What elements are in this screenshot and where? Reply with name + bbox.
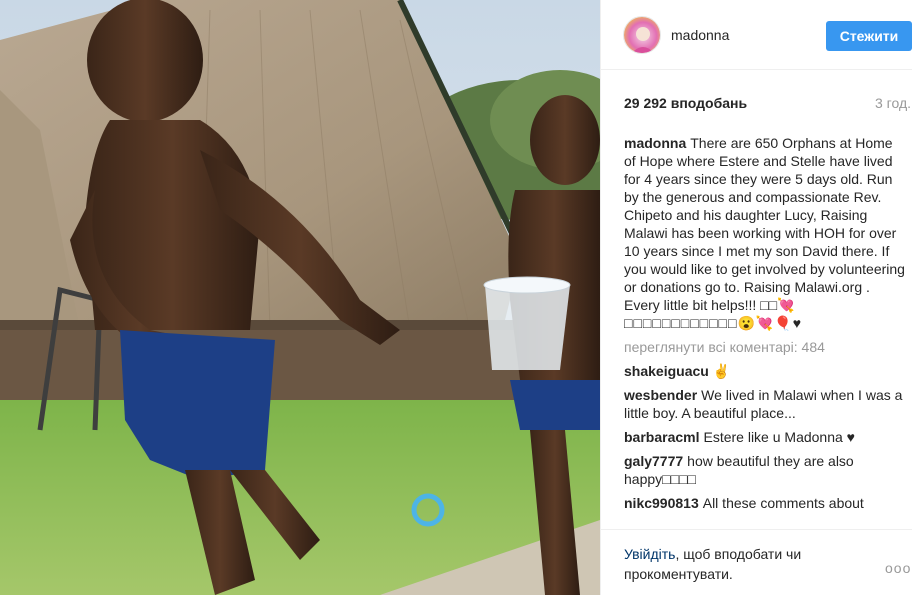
comment-text: All these comments about	[702, 495, 864, 511]
comment-item: shakeiguacu ✌	[624, 362, 908, 380]
comment-username[interactable]: nikc990813	[624, 495, 699, 511]
comment-username[interactable]: wesbender	[624, 387, 697, 403]
login-link[interactable]: Увійдіть	[624, 546, 675, 562]
login-prompt: Увійдіть, щоб вподобати чи прокоментуват…	[624, 544, 854, 584]
post-timestamp[interactable]: 3 год.	[875, 95, 911, 111]
comment-username[interactable]: barbaracml	[624, 429, 699, 445]
likes-row: 29 292 вподобань 3 год.	[624, 95, 911, 113]
comment-username[interactable]: shakeiguacu	[624, 363, 709, 379]
caption-username[interactable]: madonna	[624, 135, 686, 151]
comment-item: galy7777 how beautiful they are also happ…	[624, 452, 908, 488]
view-all-comments-link[interactable]: переглянути всі коментарі: 484	[624, 338, 908, 356]
post-photo[interactable]	[0, 0, 600, 595]
photo-illustration	[0, 0, 600, 595]
post-header: madonna Стежити	[601, 0, 912, 70]
comments-list[interactable]: madonna There are 650 Orphans at Home of …	[624, 134, 908, 529]
follow-button[interactable]: Стежити	[826, 21, 912, 51]
post-container: madonna Стежити 29 292 вподобань 3 год. …	[0, 0, 912, 595]
caption: madonna There are 650 Orphans at Home of …	[624, 134, 908, 332]
post-footer: Увійдіть, щоб вподобати чи прокоментуват…	[601, 529, 912, 595]
comment-username[interactable]: galy7777	[624, 453, 683, 469]
avatar[interactable]	[623, 16, 661, 54]
comment-text: ✌	[712, 363, 731, 379]
caption-emojis: □□□□□□□□□□□□😮💘🎈♥	[624, 315, 803, 331]
comment-item: nikc990813 All these comments about	[624, 494, 908, 512]
caption-text: There are 650 Orphans at Home of Hope wh…	[624, 135, 905, 313]
comment-item: barbaracml Estere like u Madonna ♥	[624, 428, 908, 446]
comment-item: wesbender We lived in Malawi when I was a…	[624, 386, 908, 422]
post-sidebar: madonna Стежити 29 292 вподобань 3 год. …	[600, 0, 912, 595]
username[interactable]: madonna	[671, 27, 729, 43]
comment-text: Estere like u Madonna ♥	[703, 429, 855, 445]
more-options-icon[interactable]: ooo	[885, 560, 911, 576]
likes-count[interactable]: 29 292 вподобань	[624, 95, 747, 111]
avatar-image-icon	[624, 17, 660, 53]
